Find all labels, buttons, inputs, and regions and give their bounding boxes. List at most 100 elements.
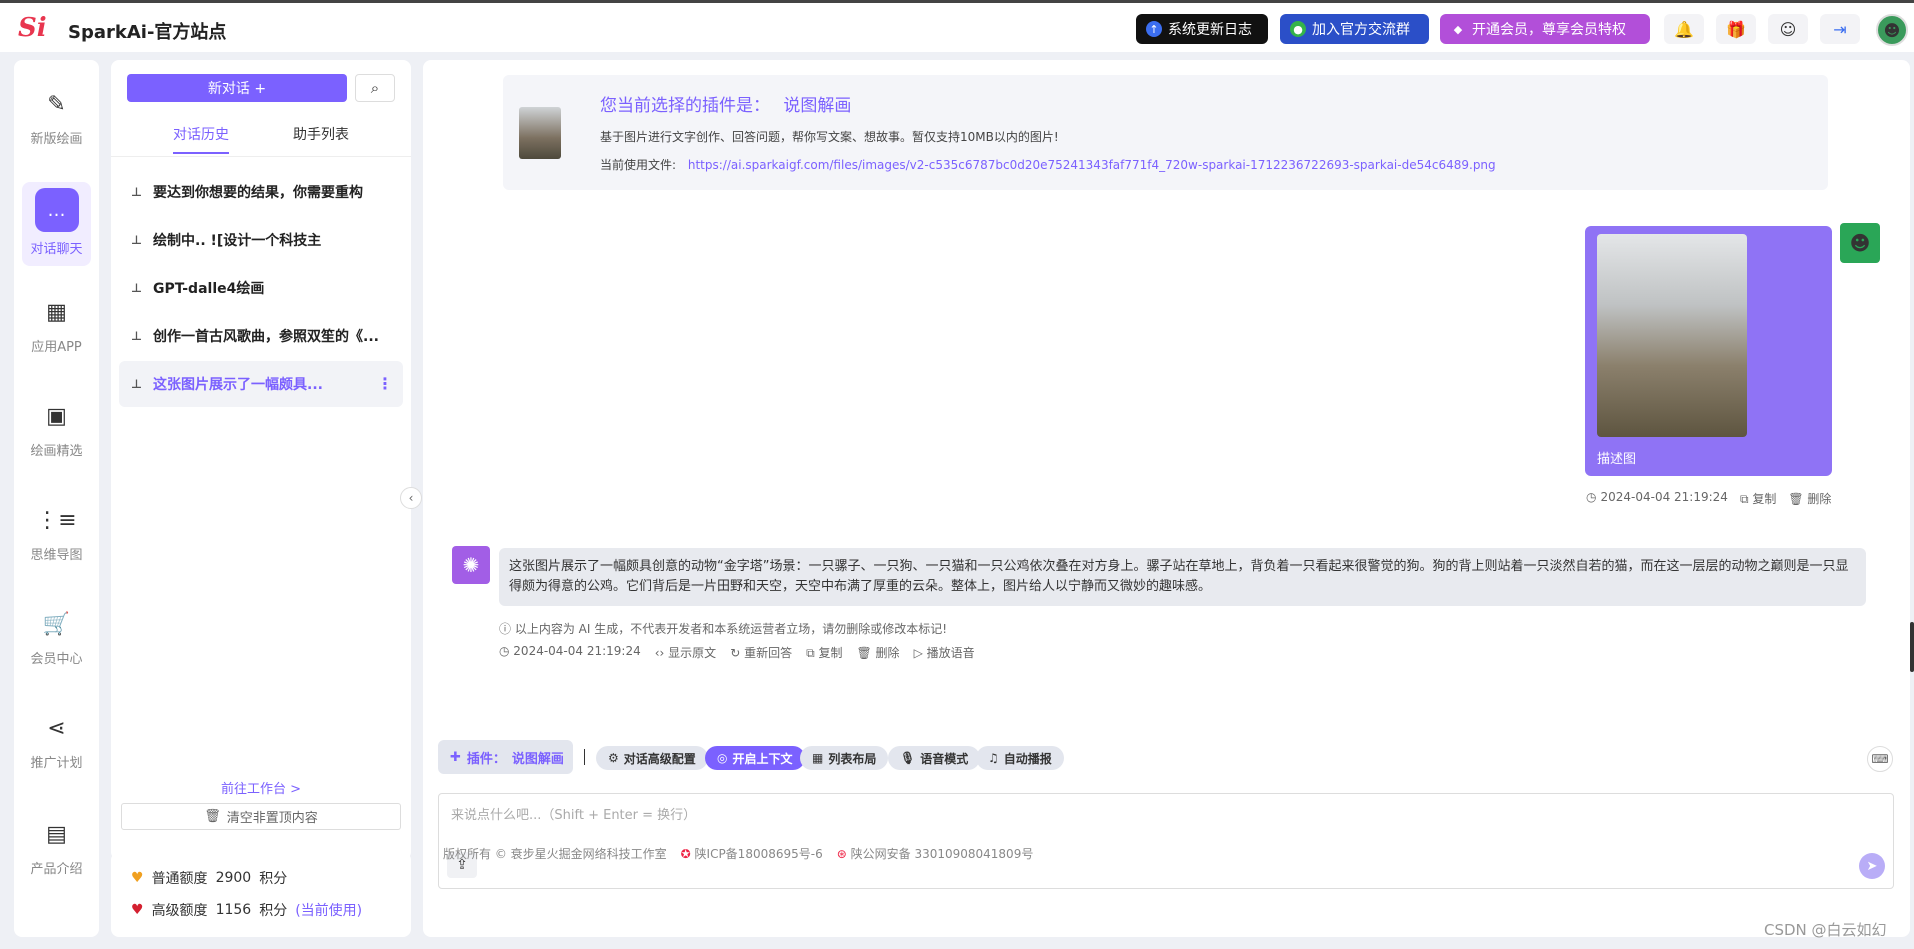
list-item[interactable]: ⊥ 要达到你想要的结果，你需要重构 (119, 169, 403, 215)
rail-item-gallery[interactable]: ▣ 绘画精选 (14, 404, 99, 459)
join-group-button[interactable]: ● 加入官方交流群 (1280, 14, 1429, 44)
login-icon[interactable]: ⇥ (1820, 14, 1860, 44)
user-message-time: 2024-04-04 21:19:24 (1600, 490, 1728, 504)
pin-icon[interactable]: ⊥ (131, 329, 153, 343)
changelog-button[interactable]: ↑ 系统更新日志 (1136, 14, 1268, 44)
delete-label: 删除 (1807, 492, 1832, 506)
changelog-label: 系统更新日志 (1168, 22, 1252, 38)
bell-icon[interactable]: 🔔 (1664, 14, 1704, 44)
plugin-desc: 基于图片进行文字创作、回答问题，帮你写文案、想故事。暂仅支持10MB以内的图片! (600, 130, 1059, 144)
watermark: CSDN @白云如幻 (1764, 921, 1887, 939)
rail-item-chat[interactable]: … 对话聊天 (14, 188, 99, 257)
rail-label: 推广计划 (30, 756, 83, 771)
in-use-badge: (当前使用) (295, 903, 363, 919)
list-item-active[interactable]: ⊥ 这张图片展示了一幅颇具... ⋮ (119, 361, 403, 407)
regenerate-button[interactable]: ↻ 重新回答 (730, 644, 792, 661)
rail-item-member[interactable]: 🛒 会员中心 (14, 612, 99, 667)
rail-label: 应用APP (31, 340, 82, 355)
more-icon[interactable]: ⋮ (377, 374, 393, 393)
play-voice-button[interactable]: ▷ 播放语音 (914, 644, 975, 661)
context-toggle[interactable]: ◎ 开启上下文 (705, 746, 805, 770)
uploaded-image[interactable] (1597, 234, 1747, 437)
rail-item-promo[interactable]: ⋖ 推广计划 (14, 716, 99, 771)
footer-copyright: 版权所有 © 衰步星火掘金网络科技工作室 (443, 847, 667, 861)
send-icon[interactable]: ➤ (1859, 853, 1885, 879)
quota-unit: 积分 (259, 903, 288, 919)
advanced-quota: ♥ 高级额度 1156 积分 (当前使用) (131, 900, 362, 920)
normal-quota: ♥ 普通额度 2900 积分 (131, 868, 287, 888)
auto-play-button[interactable]: ♫ 自动播报 (976, 746, 1064, 770)
voice-mode-button[interactable]: 🎙 语音模式 (888, 746, 981, 770)
message-input-box: ⇪ ➤ (438, 793, 1894, 889)
info-icon: ⓘ (499, 622, 512, 636)
police-link[interactable]: ⊛ 陕公网安备 33010908041809号 (837, 845, 1034, 862)
pen-icon: ✎ (47, 92, 66, 117)
conversation-title: GPT-dalle4绘画 (153, 281, 265, 297)
plugin-file-link[interactable]: https://ai.sparkaigf.com/files/images/v2… (688, 158, 1496, 172)
advanced-config-button[interactable]: ⚙ 对话高级配置 (596, 746, 708, 770)
tab-history[interactable]: 对话历史 (173, 124, 229, 154)
icp-icon: ✪ (680, 847, 691, 861)
delete-button[interactable]: 🗑 删除 (1788, 490, 1831, 507)
rail-label: 会员中心 (30, 652, 83, 667)
list-layout-button[interactable]: ▦ 列表布局 (800, 746, 889, 770)
heart-icon: ♥ (131, 902, 144, 918)
gift-icon[interactable]: 🎁 (1716, 14, 1756, 44)
pin-icon[interactable]: ⊥ (131, 233, 153, 247)
normal-quota-label: 普通额度 (151, 871, 208, 887)
logo[interactable]: Si (18, 13, 47, 43)
action-label: 播放语音 (926, 646, 975, 660)
police-badge-icon: ⊛ (836, 847, 847, 861)
plugin-title-prefix: 您当前选择的插件是： (600, 96, 770, 116)
tab-assistants[interactable]: 助手列表 (293, 124, 349, 144)
pin-icon[interactable]: ⊥ (131, 185, 153, 199)
app-title: SparkAi-官方站点 (68, 22, 227, 43)
icp-link[interactable]: ✪ 陕ICP备18008695号-6 (681, 845, 823, 862)
scrollbar[interactable] (1910, 622, 1914, 672)
avatar[interactable]: ☻ (1876, 14, 1908, 46)
top-bar: Si SparkAi-官方站点 ↑ 系统更新日志 ● 加入官方交流群 ◆ 开通会… (0, 0, 1914, 52)
list-item[interactable]: ⊥ 绘制中.. ![设计一个科技主 (119, 217, 403, 263)
search-icon[interactable]: ⌕ (355, 74, 395, 102)
copy-button[interactable]: ⧉ 复制 (1740, 490, 1776, 507)
ai-disclaimer-text: 以上内容为 AI 生成，不代表开发者和本系统运营者立场，请勿删除或修改本标记! (514, 622, 948, 636)
pin-icon[interactable]: ⊥ (131, 281, 153, 295)
sidebar-tabs: 对话历史 助手列表 (111, 124, 411, 154)
clear-button[interactable]: 🗑 清空非置顶内容 (121, 803, 401, 830)
show-raw-button[interactable]: ‹› 显示原文 (655, 644, 716, 661)
delete-button[interactable]: 🗑 删除 (856, 644, 899, 661)
membership-button[interactable]: ◆ 开通会员，尊享会员特权 (1440, 14, 1650, 44)
rail-item-product[interactable]: ▤ 产品介绍 (14, 822, 99, 877)
new-chat-button[interactable]: 新对话 + (127, 74, 347, 102)
plugin-chip[interactable]: ✚ 插件： 说图解画 (438, 740, 573, 774)
keyboard-icon[interactable]: ⌨ (1867, 746, 1893, 772)
advanced-quota-label: 高级额度 (151, 903, 208, 919)
rail-item-mindmap[interactable]: ⋮≡ 思维导图 (14, 508, 99, 563)
chip-label: 开启上下文 (732, 751, 793, 766)
clear-label: 清空非置顶内容 (226, 811, 318, 826)
pin-icon[interactable]: ⊥ (131, 377, 153, 391)
cart-icon: 🛒 (42, 612, 71, 637)
nav-rail: ✎ 新版绘画 … 对话聊天 ▦ 应用APP ▣ 绘画精选 ⋮≡ 思维导图 🛒 会… (14, 60, 99, 937)
rail-item-apps[interactable]: ▦ 应用APP (14, 300, 99, 355)
collapse-sidebar-icon[interactable]: ‹ (400, 487, 422, 509)
conversation-sidebar: 新对话 + ⌕ 对话历史 助手列表 ⊥ 要达到你想要的结果，你需要重构 ⊥ 绘制… (111, 60, 411, 860)
icp-text: 陕ICP备18008695号-6 (694, 847, 823, 861)
plugin-thumbnail (519, 107, 561, 159)
list-item[interactable]: ⊥ GPT-dalle4绘画 (119, 265, 403, 311)
image-icon: ▣ (46, 404, 67, 429)
workbench-link[interactable]: 前往工作台 > (111, 778, 411, 797)
rail-item-new-drawing[interactable]: ✎ 新版绘画 (14, 92, 99, 147)
copy-button[interactable]: ⧉ 复制 (806, 644, 842, 661)
plugin-info-card: 您当前选择的插件是： 说图解画 基于图片进行文字创作、回答问题，帮你写文案、想故… (503, 75, 1828, 190)
conversation-title: 绘制中.. ![设计一个科技主 (153, 233, 322, 249)
plugin-file-label: 当前使用文件: (600, 158, 677, 172)
join-group-label: 加入官方交流群 (1312, 22, 1410, 38)
message-input[interactable] (449, 802, 1873, 846)
chat-main: 您当前选择的插件是： 说图解画 基于图片进行文字创作、回答问题，帮你写文案、想故… (423, 60, 1910, 937)
share-icon: ⋖ (47, 716, 66, 741)
list-item[interactable]: ⊥ 创作一首古风歌曲，参照双笙的《... (119, 313, 403, 359)
user-caption: 描述图 (1597, 452, 1637, 467)
quota-unit: 积分 (259, 871, 288, 887)
smile-icon[interactable]: ☺ (1768, 14, 1808, 44)
